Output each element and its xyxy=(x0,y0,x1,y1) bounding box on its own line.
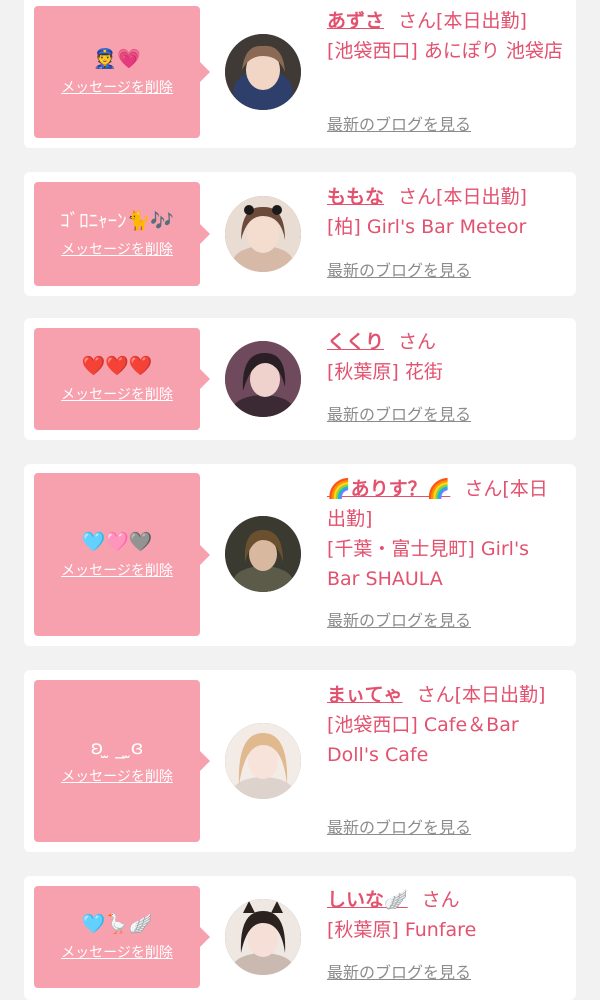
favorite-info: あずさ さん[本日出勤] [池袋西口] あにぽり 池袋店 xyxy=(327,6,563,66)
honorific: さん xyxy=(421,889,460,911)
favorite-card: 👮💗 メッセージを削除 あずさ さん[本日出勤] [池袋西口] あにぽり 池袋店 … xyxy=(24,0,576,148)
shop-info: [柏] Girl's Bar Meteor xyxy=(327,216,527,238)
message-text: 🩵🪿🪽 xyxy=(81,913,153,935)
favorite-card: ❤️❤️❤️ メッセージを削除 くくり さん [秋葉原] 花街 最新のブログを見る xyxy=(24,318,576,440)
honorific: さん xyxy=(398,186,437,208)
message-text: ❤️❤️❤️ xyxy=(81,355,153,377)
shop-info: [秋葉原] Funfare xyxy=(327,919,477,941)
favorite-info: くくり さん [秋葉原] 花街 xyxy=(327,327,563,387)
attendance-status: [本日出勤] xyxy=(436,186,527,208)
delete-message-link[interactable]: メッセージを削除 xyxy=(61,240,173,260)
avatar[interactable] xyxy=(225,899,301,975)
honorific: さん xyxy=(464,478,503,500)
latest-blog-link[interactable]: 最新のブログを見る xyxy=(327,817,471,839)
avatar[interactable] xyxy=(225,34,301,110)
message-bubble: ❤️❤️❤️ メッセージを削除 xyxy=(34,328,210,430)
latest-blog-link[interactable]: 最新のブログを見る xyxy=(327,962,471,984)
shop-info: [池袋西口] あにぽり 池袋店 xyxy=(327,40,563,62)
avatar[interactable] xyxy=(225,196,301,272)
latest-blog-link[interactable]: 最新のブログを見る xyxy=(327,610,471,632)
message-bubble: ʚ ̫ _ ̫ɞ メッセージを削除 xyxy=(34,680,210,842)
message-text: ｺﾞﾛﾆｬｰﾝ🐈🎶 xyxy=(60,210,174,232)
delete-message-link[interactable]: メッセージを削除 xyxy=(61,943,173,963)
cast-name-link[interactable]: 🌈ありす？🌈 xyxy=(327,478,450,500)
shop-info: [千葉・富士見町] Girl's Bar SHAULA xyxy=(327,538,530,590)
cast-name-link[interactable]: あずさ xyxy=(327,10,384,32)
favorite-card: 🩵🩷🩶 メッセージを削除 🌈ありす？🌈 さん[本日出勤] [千葉・富士見町] Gi… xyxy=(24,464,576,646)
latest-blog-link[interactable]: 最新のブログを見る xyxy=(327,404,471,426)
attendance-status: [本日出勤] xyxy=(454,684,546,706)
favorite-info: まぃてゃ さん[本日出勤] [池袋西口] Cafe＆Bar Doll's Cafe xyxy=(327,680,563,770)
message-bubble: 👮💗 メッセージを削除 xyxy=(34,6,210,138)
cast-name-link[interactable]: くくり xyxy=(327,331,384,353)
latest-blog-link[interactable]: 最新のブログを見る xyxy=(327,114,471,136)
message-text: 👮💗 xyxy=(93,48,141,70)
cast-name-link[interactable]: しいな🪽 xyxy=(327,889,408,911)
delete-message-link[interactable]: メッセージを削除 xyxy=(61,767,173,787)
favorite-card: ʚ ̫ _ ̫ɞ メッセージを削除 まぃてゃ さん[本日出勤] [池袋西口] Ca… xyxy=(24,670,576,852)
avatar[interactable] xyxy=(225,723,301,799)
delete-message-link[interactable]: メッセージを削除 xyxy=(61,385,173,405)
shop-info: [池袋西口] Cafe＆Bar Doll's Cafe xyxy=(327,714,519,766)
avatar[interactable] xyxy=(225,516,301,592)
delete-message-link[interactable]: メッセージを削除 xyxy=(61,78,173,98)
cast-name-link[interactable]: ももな xyxy=(327,186,384,208)
shop-info: [秋葉原] 花街 xyxy=(327,361,443,383)
cast-name-link[interactable]: まぃてゃ xyxy=(327,684,403,706)
honorific: さん xyxy=(398,331,437,353)
message-bubble: 🩵🪿🪽 メッセージを削除 xyxy=(34,886,210,988)
attendance-status: [本日出勤] xyxy=(436,10,527,32)
honorific: さん xyxy=(416,684,455,706)
favorites-list: 👮💗 メッセージを削除 あずさ さん[本日出勤] [池袋西口] あにぽり 池袋店 … xyxy=(0,0,600,1000)
latest-blog-link[interactable]: 最新のブログを見る xyxy=(327,260,471,282)
favorite-info: しいな🪽 さん [秋葉原] Funfare xyxy=(327,885,563,945)
message-bubble: 🩵🩷🩶 メッセージを削除 xyxy=(34,473,210,636)
delete-message-link[interactable]: メッセージを削除 xyxy=(61,561,173,581)
message-bubble: ｺﾞﾛﾆｬｰﾝ🐈🎶 メッセージを削除 xyxy=(34,182,210,286)
favorite-card: 🩵🪿🪽 メッセージを削除 しいな🪽 さん [秋葉原] Funfare 最新のブログ… xyxy=(24,876,576,1000)
message-text: ʚ ̫ _ ̫ɞ xyxy=(90,737,144,759)
message-text: 🩵🩷🩶 xyxy=(81,530,153,553)
favorite-card: ｺﾞﾛﾆｬｰﾝ🐈🎶 メッセージを削除 ももな さん[本日出勤] [柏] Girl'… xyxy=(24,172,576,296)
favorite-info: ももな さん[本日出勤] [柏] Girl's Bar Meteor xyxy=(327,182,563,242)
favorite-info: 🌈ありす？🌈 さん[本日出勤] [千葉・富士見町] Girl's Bar SHAU… xyxy=(327,474,563,594)
avatar[interactable] xyxy=(225,341,301,417)
honorific: さん xyxy=(398,10,437,32)
